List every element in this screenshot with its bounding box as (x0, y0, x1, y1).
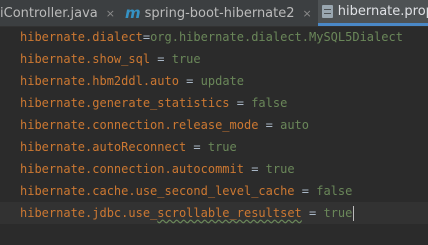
code-line[interactable]: hibernate.autoReconnect = true (0, 136, 428, 158)
property-value: false (316, 184, 353, 198)
tab-icontroller-java[interactable]: iController.java × (0, 0, 121, 26)
property-key: hibernate.dialect (20, 30, 143, 44)
property-value: true (171, 52, 201, 66)
tab-label: iController.java (0, 5, 98, 21)
property-key-spelling-warning: scrollable_resultset (157, 206, 302, 220)
editor-tab-bar: iController.java × m spring-boot-hiberna… (0, 0, 428, 27)
close-icon[interactable]: × (106, 7, 115, 20)
property-value: org.hibernate.dialect.MySQL5Dialect (150, 30, 403, 44)
tab-label: hibernate.propert (337, 4, 428, 19)
property-separator: = (258, 118, 281, 132)
property-key: hibernate.jdbc.use_ (20, 206, 158, 220)
property-separator: = (186, 140, 208, 154)
property-key: hibernate.generate_statistics (20, 96, 230, 110)
close-icon[interactable]: × (303, 7, 312, 20)
property-separator: = (301, 206, 324, 220)
property-value: update (200, 74, 244, 88)
code-line-current[interactable]: hibernate.jdbc.use_scrollable_resultset … (0, 202, 428, 224)
property-value: true (265, 162, 295, 176)
tab-label: spring-boot-hibernate2 (144, 5, 295, 21)
property-separator: = (142, 30, 151, 44)
property-key: hibernate.connection.release_mode (20, 118, 259, 132)
properties-file-icon (321, 5, 333, 18)
property-value: true (207, 140, 237, 154)
property-value: false (251, 96, 288, 110)
code-line[interactable]: hibernate.hbm2ddl.auto = update (0, 70, 428, 92)
property-separator: = (150, 52, 172, 66)
text-caret (353, 206, 355, 221)
tab-spring-boot-hibernate2[interactable]: m spring-boot-hibernate2 × (121, 0, 318, 26)
editor-window: iController.java × m spring-boot-hiberna… (0, 0, 428, 245)
code-line[interactable]: hibernate.show_sql = true (0, 48, 428, 70)
code-editor[interactable]: hibernate.dialect=org.hibernate.dialect.… (0, 26, 428, 245)
property-key: hibernate.show_sql (20, 52, 151, 66)
maven-m-icon: m (124, 4, 141, 22)
code-line[interactable]: hibernate.dialect=org.hibernate.dialect.… (0, 26, 428, 48)
code-line[interactable]: hibernate.connection.autocommit = true (0, 158, 428, 180)
tab-hibernate-properties[interactable]: hibernate.propert (317, 0, 428, 26)
code-line[interactable]: hibernate.generate_statistics = false (0, 92, 428, 114)
property-key: hibernate.hbm2ddl.auto (20, 74, 179, 88)
property-separator: = (178, 74, 201, 88)
property-key: hibernate.autoReconnect (20, 140, 187, 154)
property-key: hibernate.connection.autocommit (20, 162, 244, 176)
property-separator: = (229, 96, 252, 110)
code-line[interactable]: hibernate.connection.release_mode = auto (0, 114, 428, 136)
property-value: auto (280, 118, 310, 132)
code-line[interactable]: hibernate.cache.use_second_level_cache =… (0, 180, 428, 202)
property-value: true (323, 206, 353, 220)
property-separator: = (243, 162, 266, 176)
property-separator: = (294, 184, 317, 198)
property-key: hibernate.cache.use_second_level_cache (20, 184, 295, 198)
